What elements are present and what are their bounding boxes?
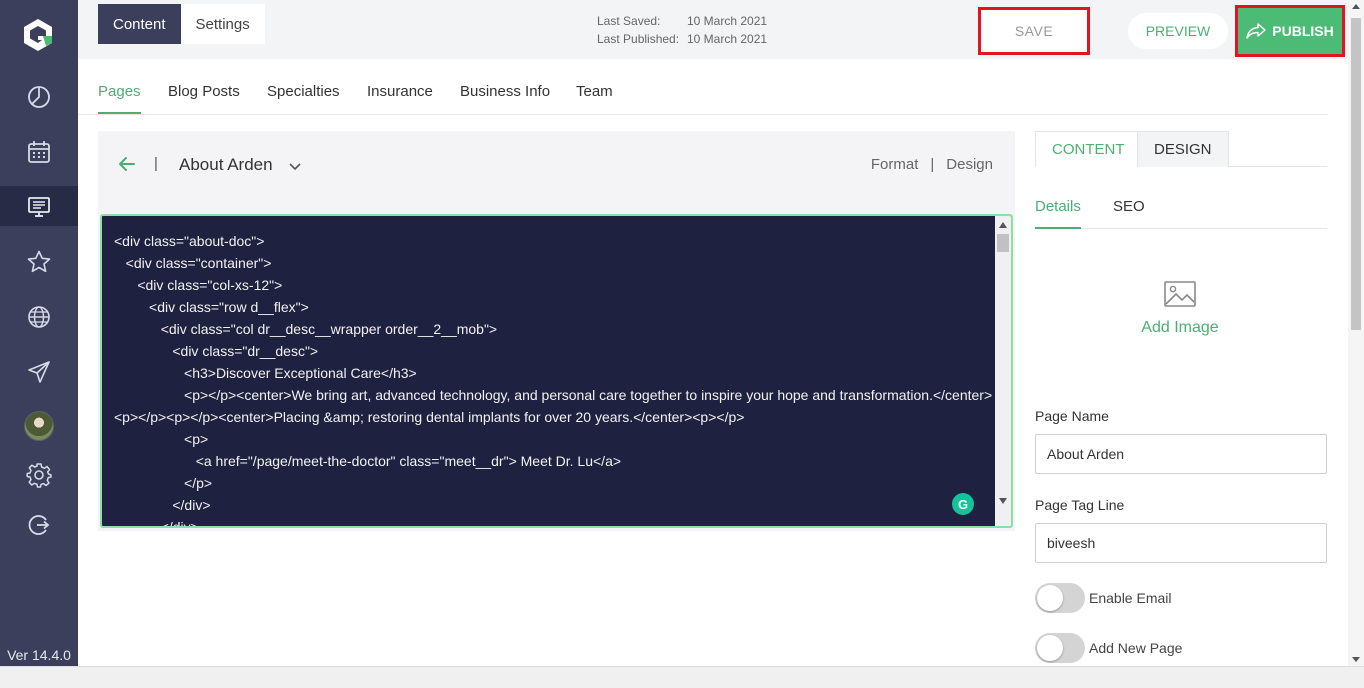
version-label: Ver 14.4.0 [7,647,71,663]
sidebar-item-dashboard[interactable] [0,77,78,117]
publish-button[interactable]: PUBLISH [1235,5,1345,57]
sidebar-item-website[interactable] [0,186,78,226]
publish-label: PUBLISH [1272,23,1334,39]
tab-specialties[interactable]: Specialties [267,83,340,112]
page-scroll-thumb[interactable] [1351,18,1361,330]
tab-seo[interactable]: SEO [1113,198,1145,227]
preview-button[interactable]: PREVIEW [1128,13,1228,49]
tab-pages[interactable]: Pages [98,83,141,114]
tab-business-info[interactable]: Business Info [460,83,550,112]
tab-team[interactable]: Team [576,83,613,112]
html-code-editor[interactable]: <div class="about-doc"> <div class="cont… [100,214,1013,528]
tab-design-properties[interactable]: DESIGN [1137,131,1229,167]
tab-content-properties[interactable]: CONTENT [1035,131,1142,167]
page-scrollbar[interactable] [1348,0,1364,668]
sidebar-item-campaigns[interactable] [0,352,78,392]
content-nav-tabs: Pages Blog Posts Specialties Insurance B… [78,59,1328,115]
details-tabs: Details SEO [1035,190,1327,229]
top-bar: Content Settings Last Saved: 10 March 202… [78,0,1364,59]
page-name-label: Page Name [1035,408,1109,424]
sidebar-item-calendar[interactable] [0,132,78,172]
logo-icon[interactable] [19,16,57,54]
send-icon [28,361,50,383]
sidebar-item-website-globe[interactable] [0,297,78,337]
scroll-down-arrow[interactable] [999,498,1007,504]
sidebar-item-settings[interactable] [0,455,78,495]
page-scroll-down[interactable] [1352,657,1360,662]
code-scrollbar[interactable] [995,216,1011,526]
bottom-bar [0,666,1364,688]
gear-icon [26,463,52,488]
sidebar: Ver 14.4.0 [0,0,78,668]
page-selector-title[interactable]: About Arden [179,155,273,175]
last-saved-value: 10 March 2021 [687,14,768,28]
page-tag-line-label: Page Tag Line [1035,497,1125,513]
last-published-value: 10 March 2021 [687,32,768,46]
editor-header: | About Arden Format | Design [98,131,1015,198]
add-new-page-toggle[interactable] [1035,633,1085,663]
tab-content[interactable]: Content [98,4,181,44]
tab-insurance[interactable]: Insurance [367,83,433,112]
save-status: Last Saved: 10 March 2021 Last Published:… [597,12,767,48]
image-icon [1164,281,1196,307]
tab-blog-posts[interactable]: Blog Posts [168,83,240,112]
add-image-label: Add Image [1141,319,1219,336]
tab-details[interactable]: Details [1035,198,1081,229]
sidebar-item-reviews[interactable] [0,242,78,282]
page-scroll-up[interactable] [1352,4,1360,9]
sidebar-item-profile[interactable] [0,406,78,446]
last-saved-label: Last Saved: [597,14,661,28]
calendar-icon [28,141,50,163]
star-icon [27,250,51,273]
enable-email-label: Enable Email [1089,590,1172,606]
page-tag-line-input[interactable] [1035,523,1327,563]
tab-settings[interactable]: Settings [180,4,265,44]
add-new-page-row: Add New Page [1035,633,1182,663]
toggle-knob [1037,635,1063,661]
scroll-up-arrow[interactable] [999,222,1007,228]
globe-icon [28,306,50,328]
page-name-input[interactable] [1035,434,1327,474]
editor-mode-links: Format | Design [871,156,993,173]
format-link[interactable]: Format [871,156,919,173]
chevron-down-icon[interactable] [288,159,302,173]
dashboard-icon [28,86,50,108]
save-button[interactable]: SAVE [978,7,1090,55]
mode-tabs: Content Settings [98,4,265,44]
grammarly-icon[interactable]: G [952,493,974,515]
enable-email-toggle[interactable] [1035,583,1085,613]
code-content[interactable]: <div class="about-doc"> <div class="cont… [114,230,994,526]
scroll-thumb[interactable] [997,234,1009,252]
page-editor: | About Arden Format | Design <div class… [98,131,1015,531]
sidebar-item-logout[interactable] [0,505,78,545]
toggle-knob [1037,585,1063,611]
design-link[interactable]: Design [946,156,993,173]
website-editor-icon [28,197,50,217]
back-arrow-icon[interactable] [118,155,136,173]
add-image-button[interactable]: Add Image [1130,280,1230,337]
header-divider: | [154,155,158,172]
logout-icon [28,515,50,535]
properties-tabs: CONTENT DESIGN [1035,131,1327,167]
share-arrow-icon [1246,23,1266,39]
last-published-label: Last Published: [597,32,680,46]
add-new-page-label: Add New Page [1089,640,1183,656]
mode-divider: | [930,156,935,173]
avatar [24,411,54,441]
enable-email-row: Enable Email [1035,583,1172,613]
